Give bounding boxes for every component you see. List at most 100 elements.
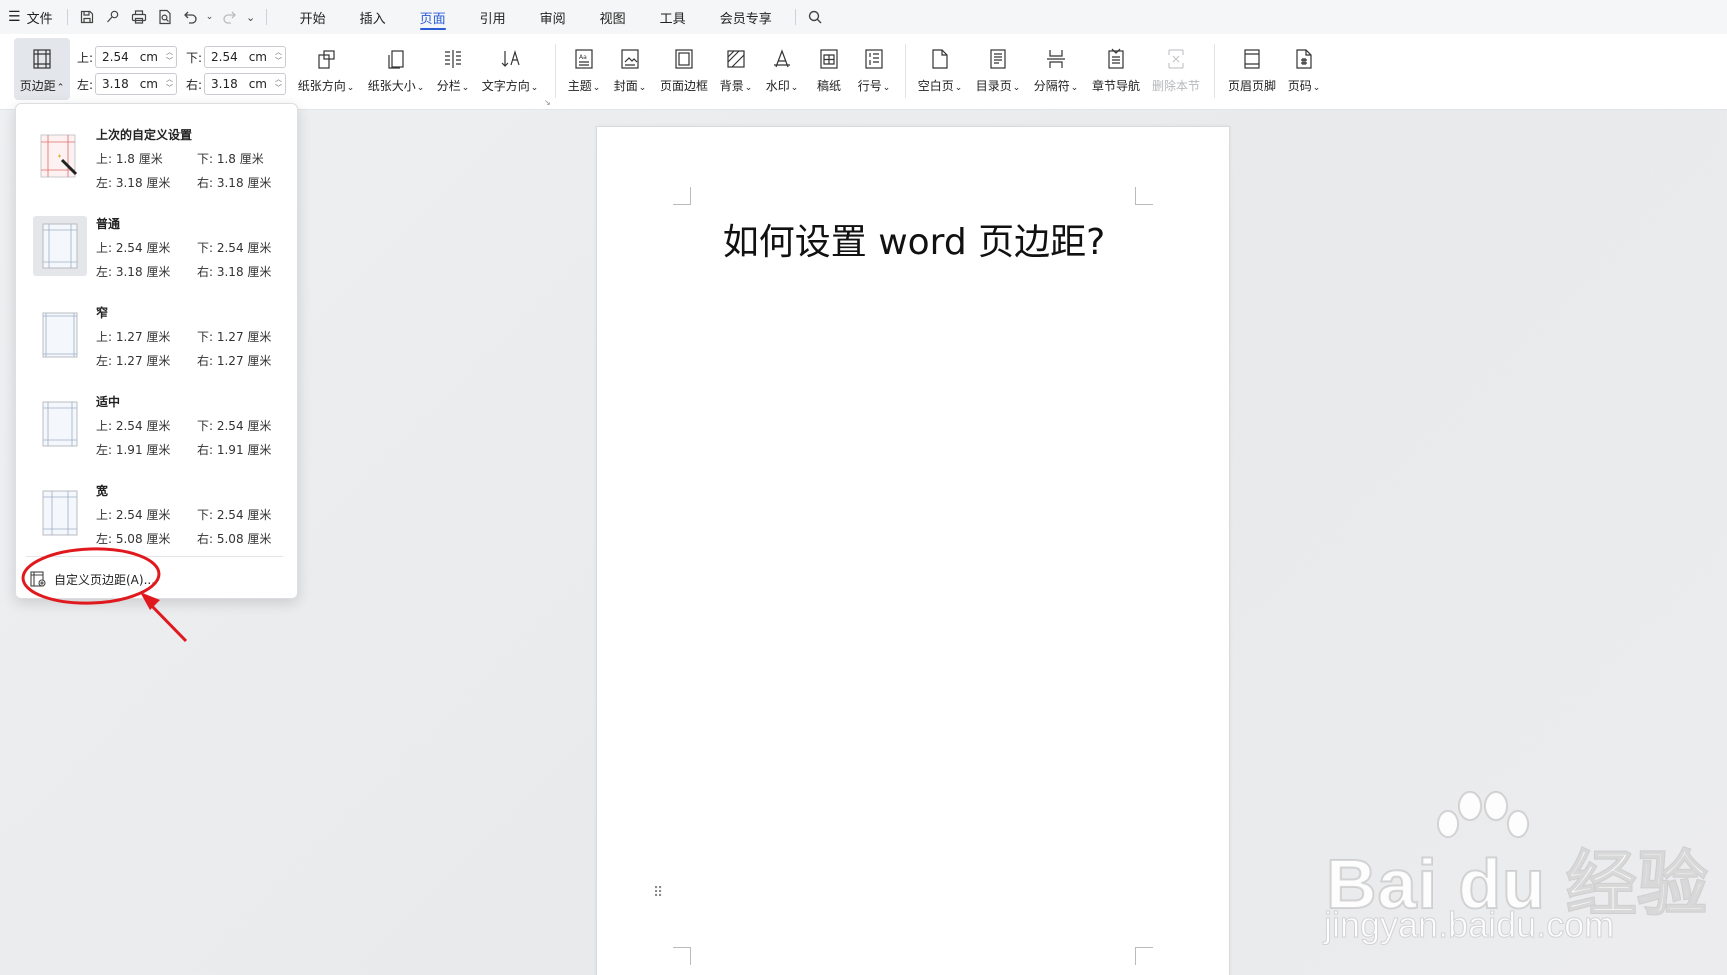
search-icon[interactable] — [802, 4, 828, 30]
chapter-nav-label: 章节导航 — [1091, 79, 1140, 93]
columns-label: 分栏 — [436, 79, 461, 93]
document-page[interactable]: 如何设置 word 页边距? ⠿ — [596, 126, 1230, 975]
normal-margins-icon — [33, 216, 87, 276]
preset-narrow[interactable]: 窄 上: 1.27 厘米 下: 1.27 厘米 左: 1.27 厘米 右: 1.27… — [23, 291, 291, 373]
preset-normal[interactable]: 普通 上: 2.54 厘米 下: 2.54 厘米 左: 3.18 厘米 右: 3.1… — [23, 202, 291, 284]
watermark-url: jingyan.baidu.com — [1323, 904, 1615, 946]
preset-last-custom[interactable]: 上次的自定义设置 上: 1.8 厘米 下: 1.8 厘米 左: 3.18 厘米 右:… — [23, 113, 291, 195]
preset-name: 普通 — [96, 217, 121, 231]
toc-page-label: 目录页 — [975, 79, 1012, 93]
chevron-down-icon: ⌄ — [744, 83, 753, 93]
bottom-margin-label: 下: — [186, 50, 203, 65]
right-margin-input[interactable]: 3.18 cm ︿ ﹀ — [204, 73, 286, 95]
page-number-button[interactable]: 页码⌄ — [1286, 38, 1322, 100]
ribbon-page: 页边距⌃ 上: 2.54 cm ︿ ﹀ 下: 2.54 cm ︿ ﹀ 左: 3.18… — [0, 34, 1727, 110]
chevron-down-icon: ⌃ — [56, 83, 65, 93]
save-icon[interactable] — [74, 4, 100, 30]
print-preview-icon[interactable] — [152, 4, 178, 30]
preset-bottom: 下: 2.54 厘米 — [197, 241, 272, 255]
preset-right: 右: 3.18 厘米 — [197, 176, 272, 190]
preset-name: 适中 — [96, 395, 121, 409]
baidu-watermark: Bai du 经验 jingyan.baidu.com — [1320, 788, 1720, 946]
margins-button[interactable]: 页边距⌃ — [14, 38, 70, 100]
manuscript-label: 稿纸 — [816, 79, 841, 93]
text-direction-button[interactable]: 文字方向⌄ — [480, 38, 540, 100]
preset-top: 上: 2.54 厘米 — [96, 241, 171, 255]
chapter-nav-button[interactable]: 章节导航 — [1090, 38, 1142, 100]
tab-insert[interactable]: 插入 — [343, 0, 403, 34]
columns-button[interactable]: 分栏⌄ — [434, 38, 472, 100]
left-margin-value: 3.18 — [102, 77, 129, 91]
tab-membership[interactable]: 会员专享 — [703, 0, 789, 34]
preset-wide[interactable]: 宽 上: 2.54 厘米 下: 2.54 厘米 左: 5.08 厘米 右: 5.08… — [23, 469, 291, 551]
tab-page[interactable]: 页面 — [403, 0, 463, 34]
bottom-margin-input[interactable]: 2.54 cm ︿ ﹀ — [204, 46, 286, 68]
chevron-down-icon: ⌄ — [790, 83, 799, 93]
manuscript-button[interactable]: 稿纸 — [814, 38, 844, 100]
watermark-button[interactable]: 水印⌄ — [764, 38, 800, 100]
tab-view[interactable]: 视图 — [583, 0, 643, 34]
spinner-icon[interactable]: ︿ ﹀ — [166, 48, 173, 66]
margins-dropdown: 上次的自定义设置 上: 1.8 厘米 下: 1.8 厘米 左: 3.18 厘米 右:… — [15, 103, 298, 599]
spinner-icon[interactable]: ︿ ﹀ — [275, 75, 282, 93]
tab-tools[interactable]: 工具 — [643, 0, 703, 34]
svg-text:Aa: Aa — [579, 54, 587, 61]
margins-icon — [29, 46, 55, 72]
custom-margins-item[interactable]: 自定义页边距(A)... — [29, 565, 155, 593]
file-menu[interactable]: ☰ 文件 — [0, 0, 61, 34]
line-number-label: 行号 — [857, 79, 882, 93]
format-painter-icon[interactable] — [100, 4, 126, 30]
right-margin-value: 3.18 — [211, 77, 238, 91]
theme-button[interactable]: Aa 主题⌄ — [566, 38, 602, 100]
bottom-margin-field: 下: 2.54 cm ︿ ﹀ — [186, 46, 286, 68]
spinner-icon[interactable]: ︿ ﹀ — [166, 75, 173, 93]
top-margin-field: 上: 2.54 cm ︿ ﹀ — [77, 46, 177, 68]
customize-toolbar-icon[interactable]: ⌄ — [242, 4, 260, 30]
undo-icon[interactable] — [178, 4, 204, 30]
cover-button[interactable]: 封面⌄ — [612, 38, 648, 100]
document-title[interactable]: 如何设置 word 页边距? — [597, 213, 1231, 265]
cover-label: 封面 — [613, 79, 638, 93]
crop-mark — [1135, 187, 1153, 205]
left-margin-input[interactable]: 3.18 cm ︿ ﹀ — [95, 73, 177, 95]
paper-size-button[interactable]: 纸张大小⌄ — [366, 38, 426, 100]
print-icon[interactable] — [126, 4, 152, 30]
tab-references[interactable]: 引用 — [463, 0, 523, 34]
watermark-icon — [769, 46, 795, 72]
right-margin-unit: cm — [248, 77, 267, 91]
chevron-down-icon: ⌄ — [882, 83, 891, 93]
toc-page-button[interactable]: 目录页⌄ — [974, 38, 1022, 100]
page-border-button[interactable]: 页面边框 — [658, 38, 710, 100]
undo-dropdown-icon[interactable]: ⌄ — [204, 4, 216, 30]
tab-review[interactable]: 审阅 — [523, 0, 583, 34]
orientation-button[interactable]: 纸张方向⌄ — [296, 38, 356, 100]
moderate-margins-icon — [33, 394, 87, 454]
divider — [66, 9, 68, 25]
background-button[interactable]: 背景⌄ — [718, 38, 754, 100]
file-menu-label: 文件 — [26, 11, 53, 27]
chevron-down-icon: ⌄ — [638, 83, 647, 93]
spinner-icon[interactable]: ︿ ﹀ — [275, 48, 282, 66]
redo-icon[interactable] — [216, 4, 242, 30]
left-margin-label: 左: — [77, 77, 94, 92]
crop-mark — [673, 947, 691, 965]
blank-page-button[interactable]: 空白页⌄ — [916, 38, 964, 100]
drag-handle-icon[interactable]: ⠿ — [653, 886, 663, 900]
preset-left: 左: 3.18 厘米 — [96, 176, 171, 190]
preset-moderate[interactable]: 适中 上: 2.54 厘米 下: 2.54 厘米 左: 1.91 厘米 右: 1.9… — [23, 380, 291, 462]
line-number-button[interactable]: 行号⌄ — [856, 38, 892, 100]
paper-size-label: 纸张大小 — [367, 79, 416, 93]
delete-section-button[interactable]: 删除本节 — [1150, 38, 1202, 100]
annotation-arrow — [146, 600, 188, 643]
toc-page-icon — [985, 46, 1011, 72]
chevron-down-icon: ⌄ — [346, 83, 355, 93]
preset-bottom: 下: 2.54 厘米 — [197, 508, 272, 522]
dialog-launcher-icon[interactable]: ↘ — [544, 98, 551, 107]
preset-right: 右: 1.27 厘米 — [197, 354, 272, 368]
breaks-button[interactable]: 分隔符⌄ — [1032, 38, 1080, 100]
preset-name: 窄 — [96, 306, 109, 320]
header-footer-button[interactable]: 页眉页脚 — [1226, 38, 1278, 100]
top-margin-input[interactable]: 2.54 cm ︿ ﹀ — [95, 46, 177, 68]
left-margin-field: 左: 3.18 cm ︿ ﹀ — [77, 73, 177, 95]
tab-home[interactable]: 开始 — [283, 0, 343, 34]
